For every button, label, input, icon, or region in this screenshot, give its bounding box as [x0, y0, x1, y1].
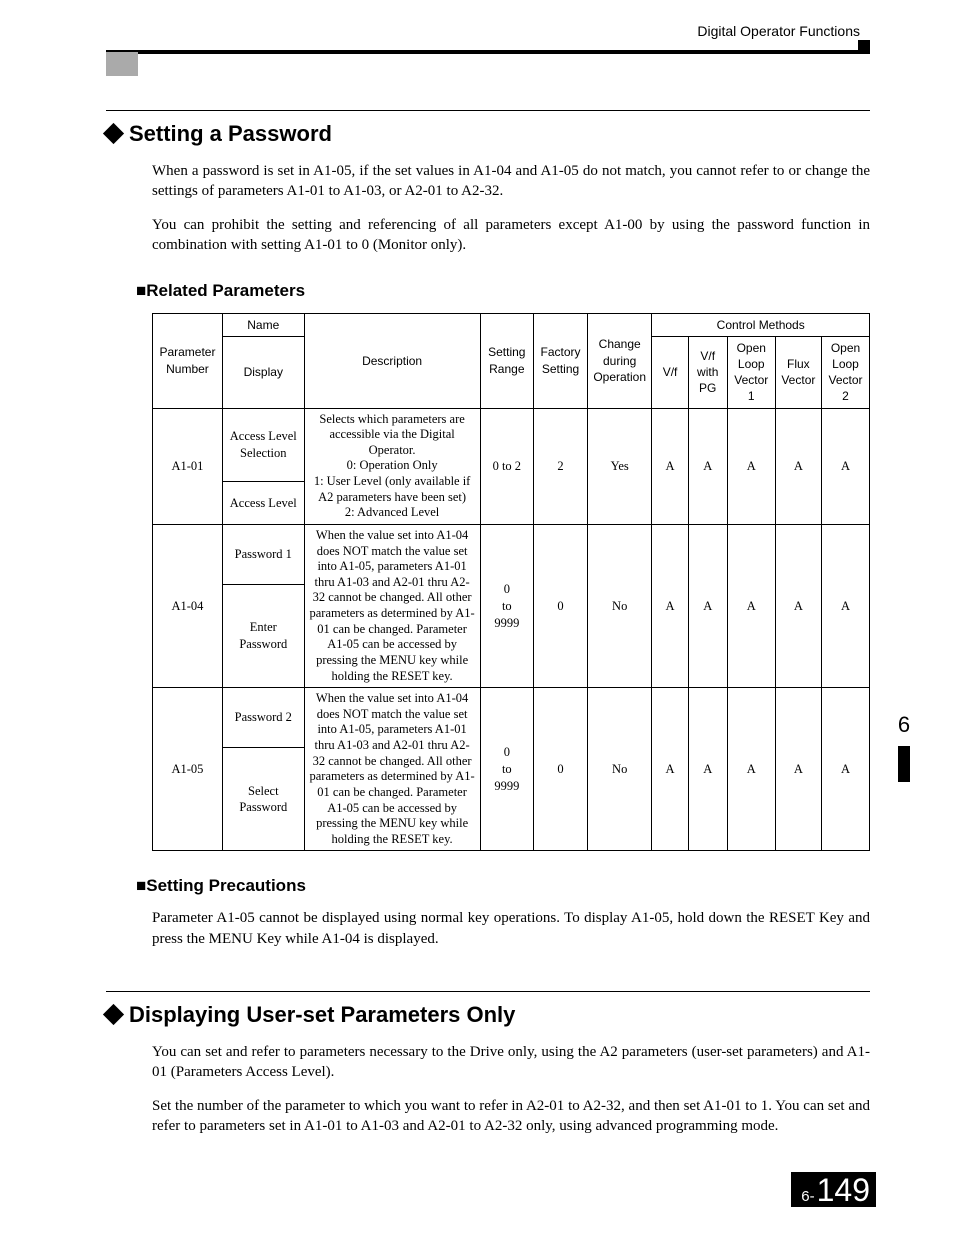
chapter-number: 6 — [890, 710, 918, 740]
cell-name: Access Level Selection — [222, 408, 304, 481]
table-row: A1-05Password 2When the value set into A… — [153, 688, 870, 748]
cell-name: Password 1 — [222, 524, 304, 584]
cell-param-no: A1-05 — [153, 688, 223, 851]
cell-description: When the value set into A1-04 does NOT m… — [304, 524, 480, 687]
paragraph: When a password is set in A1-05, if the … — [152, 161, 870, 202]
cell-description: When the value set into A1-04 does NOT m… — [304, 688, 480, 851]
section-title-password: Setting a Password — [106, 119, 870, 149]
section-rule — [106, 110, 870, 111]
cell-cm: A — [652, 688, 688, 851]
running-header: Digital Operator Functions — [697, 22, 860, 41]
th-factory-setting: Factory Setting — [534, 313, 588, 408]
page-footer: 6- 149 — [791, 1172, 876, 1207]
page: Digital Operator Functions Setting a Pas… — [0, 0, 954, 1235]
cell-cm: A — [688, 408, 727, 524]
th-display: Display — [222, 336, 304, 408]
cell-name: Password 2 — [222, 688, 304, 748]
cell-cm: A — [727, 524, 775, 687]
header-rule — [106, 50, 870, 54]
th-name: Name — [222, 313, 304, 336]
diamond-icon — [103, 1004, 124, 1025]
cell-change: Yes — [587, 408, 651, 524]
cell-change: No — [587, 688, 651, 851]
subsection-setting-precautions: ■Setting Precautions — [136, 875, 870, 898]
paragraph: Set the number of the parameter to which… — [152, 1096, 870, 1137]
th-flux: Flux Vector — [775, 336, 821, 408]
cell-cm: A — [822, 688, 870, 851]
cell-display: Access Level — [222, 481, 304, 524]
th-olv2: Open Loop Vector 2 — [822, 336, 870, 408]
section-title-text: Setting a Password — [129, 119, 332, 149]
cell-cm: A — [652, 524, 688, 687]
cell-factory: 2 — [534, 408, 588, 524]
footer-prefix: 6- — [801, 1187, 814, 1207]
table-row: A1-01Access Level SelectionSelects which… — [153, 408, 870, 481]
paragraph: You can prohibit the setting and referen… — [152, 215, 870, 256]
chapter-side-tab: 6 — [890, 710, 918, 782]
th-olv1: Open Loop Vector 1 — [727, 336, 775, 408]
th-change: Change during Operation — [587, 313, 651, 408]
footer-page-number: 149 — [817, 1174, 870, 1206]
section-title-text: Displaying User-set Parameters Only — [129, 1000, 515, 1030]
diamond-icon — [103, 123, 124, 144]
th-vfpg: V/f with PG — [688, 336, 727, 408]
table-row: A1-04Password 1When the value set into A… — [153, 524, 870, 584]
cell-factory: 0 — [534, 688, 588, 851]
cell-description: Selects which parameters are accessible … — [304, 408, 480, 524]
chapter-side-bar — [898, 746, 910, 782]
cell-cm: A — [688, 524, 727, 687]
cell-display: Select Password — [222, 748, 304, 851]
content-area: Setting a Password When a password is se… — [106, 110, 870, 1151]
parameters-table: Parameter Number Name Description Settin… — [152, 313, 870, 852]
subsection-related-parameters: ■Related Parameters — [136, 280, 870, 303]
th-param-no: Parameter Number — [153, 313, 223, 408]
cell-cm: A — [652, 408, 688, 524]
cell-param-no: A1-04 — [153, 524, 223, 687]
table-body: A1-01Access Level SelectionSelects which… — [153, 408, 870, 851]
paragraph: Parameter A1-05 cannot be displayed usin… — [152, 908, 870, 949]
paragraph: You can set and refer to parameters nece… — [152, 1042, 870, 1083]
cell-factory: 0 — [534, 524, 588, 687]
cell-range: 0 to 2 — [480, 408, 533, 524]
cell-cm: A — [727, 408, 775, 524]
cell-cm: A — [775, 688, 821, 851]
cell-range: 0 to 9999 — [480, 524, 533, 687]
section-title-user-params: Displaying User-set Parameters Only — [106, 1000, 870, 1030]
cell-cm: A — [775, 408, 821, 524]
section-rule — [106, 991, 870, 992]
cell-cm: A — [775, 524, 821, 687]
th-description: Description — [304, 313, 480, 408]
table-head: Parameter Number Name Description Settin… — [153, 313, 870, 408]
th-setting-range: Setting Range — [480, 313, 533, 408]
cell-cm: A — [822, 524, 870, 687]
cell-range: 0 to 9999 — [480, 688, 533, 851]
cell-change: No — [587, 524, 651, 687]
cell-display: Enter Password — [222, 585, 304, 688]
cell-cm: A — [727, 688, 775, 851]
cell-param-no: A1-01 — [153, 408, 223, 524]
th-vf: V/f — [652, 336, 688, 408]
cell-cm: A — [688, 688, 727, 851]
th-control-methods: Control Methods — [652, 313, 870, 336]
cell-cm: A — [822, 408, 870, 524]
header-grey-tab — [106, 52, 138, 76]
